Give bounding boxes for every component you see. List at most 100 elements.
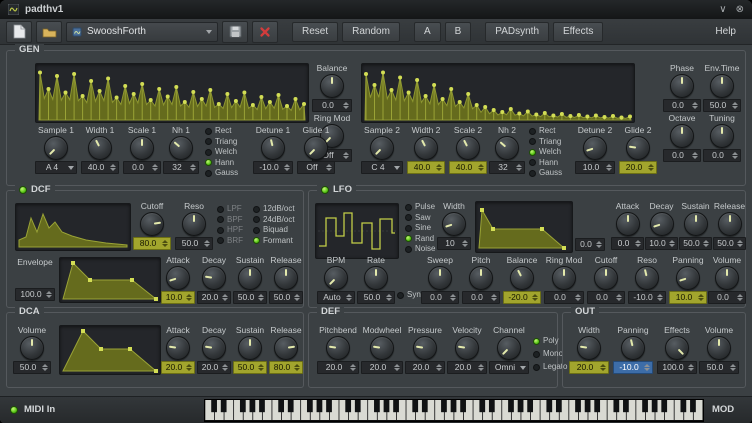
gen-detune1-knob[interactable]: [261, 136, 285, 160]
dcf-type-lpf[interactable]: LPF: [217, 205, 243, 213]
lfo-reso-knob[interactable]: [635, 266, 659, 290]
dca-release-knob[interactable]: [274, 336, 298, 360]
gen2-shape-rect[interactable]: Rect: [529, 127, 562, 135]
dcf-envelope-spin[interactable]: 100.0: [15, 288, 55, 301]
dcf-attack-spin[interactable]: 10.0: [161, 291, 195, 304]
dcf-cutoff-spin[interactable]: 80.0: [133, 237, 171, 250]
out-width-spin[interactable]: 20.0: [569, 361, 609, 374]
open-preset-button[interactable]: [36, 21, 62, 43]
lfo-decay-knob[interactable]: [650, 212, 674, 236]
def-velocity-spin[interactable]: 20.0: [447, 361, 487, 374]
lfo-shape-noise[interactable]: Noise: [405, 245, 435, 253]
gen-glide1-knob[interactable]: [304, 136, 328, 160]
gen2-shape-hann[interactable]: Hann: [529, 159, 562, 167]
gen-octave-spin[interactable]: 0.0: [663, 149, 701, 162]
dcf-decay-knob[interactable]: [202, 266, 226, 290]
tab-b-button[interactable]: B: [445, 22, 472, 42]
gen1-shape-rect[interactable]: Rect: [205, 127, 238, 135]
gen-sample1-knob[interactable]: [44, 136, 68, 160]
gen-detune2-knob[interactable]: [583, 136, 607, 160]
gen-glide2-knob[interactable]: [626, 136, 650, 160]
gen-nh1-spin[interactable]: 32: [163, 161, 199, 174]
shade-button[interactable]: ∨: [719, 4, 726, 16]
dca-envelope-display[interactable]: [59, 325, 161, 375]
lfo-shape-rand[interactable]: Rand: [405, 235, 435, 243]
gen-detune2-spin[interactable]: 10.0: [575, 161, 615, 174]
def-channel-knob[interactable]: [497, 336, 521, 360]
help-button[interactable]: Help: [705, 22, 746, 42]
lfo-attack-knob[interactable]: [616, 212, 640, 236]
dca-attack-spin[interactable]: 20.0: [161, 361, 195, 374]
lfo-sustain-knob[interactable]: [684, 212, 708, 236]
gen-tuning-spin[interactable]: 0.0: [703, 149, 741, 162]
gen-width1-knob[interactable]: [88, 136, 112, 160]
lfo-shape-saw[interactable]: Saw: [405, 214, 435, 222]
lfo-cutoff-knob[interactable]: [594, 266, 618, 290]
lfo-bpm-spin[interactable]: Auto: [317, 291, 355, 304]
delete-preset-button[interactable]: [252, 21, 278, 43]
dca-volume-knob[interactable]: [20, 336, 44, 360]
gen-tuning-knob[interactable]: [710, 124, 734, 148]
gen1-shape-triang[interactable]: Triang: [205, 138, 238, 146]
def-modwheel-spin[interactable]: 20.0: [361, 361, 403, 374]
gen-envtime-spin[interactable]: 50.0: [703, 99, 741, 112]
lfo-release-spin[interactable]: 50.0: [713, 237, 746, 250]
lfo-rate-knob[interactable]: [364, 266, 388, 290]
lfo-cutoff-spin[interactable]: 0.0: [587, 291, 625, 304]
gen-detune1-spin[interactable]: -10.0: [253, 161, 293, 174]
dcf-type-brf[interactable]: BRF: [217, 237, 243, 245]
save-preset-button[interactable]: [222, 21, 248, 43]
dcf-reso-spin[interactable]: 50.0: [175, 237, 213, 250]
lfo-shape-sine[interactable]: Sine: [405, 224, 435, 232]
gen1-shape-hann[interactable]: Hann: [205, 159, 238, 167]
lfo-balance-spin[interactable]: -20.0: [503, 291, 541, 304]
dcf-type-bpf[interactable]: BPF: [217, 216, 243, 224]
lfo-attack-spin[interactable]: 0.0: [611, 237, 644, 250]
dca-release-spin[interactable]: 80.0: [269, 361, 303, 374]
gen-scale2-spin[interactable]: 40.0: [449, 161, 487, 174]
gen-octave-knob[interactable]: [670, 124, 694, 148]
def-channel-combo[interactable]: Omni: [489, 361, 529, 374]
gen-width1-spin[interactable]: 40.0: [81, 161, 119, 174]
lfo-width-spin[interactable]: 10: [437, 237, 471, 250]
dcf-filter-display[interactable]: [15, 203, 131, 251]
dcf-attack-knob[interactable]: [166, 266, 190, 290]
gen-scale1-spin[interactable]: 0.0: [123, 161, 161, 174]
out-volume-knob[interactable]: [707, 336, 731, 360]
gen-sample1-combo[interactable]: A 4: [35, 161, 77, 174]
gen2-shape-welch[interactable]: Welch: [529, 148, 562, 156]
gen-balance-knob[interactable]: [320, 74, 344, 98]
gen-spectrum2-display[interactable]: [361, 63, 635, 123]
gen-nh2-spin[interactable]: 32: [489, 161, 525, 174]
lfo-panning-spin[interactable]: 10.0: [669, 291, 707, 304]
gen-spectrum1-display[interactable]: [35, 63, 309, 123]
gen-nh1-knob[interactable]: [169, 136, 193, 160]
gen1-shape-welch[interactable]: Welch: [205, 148, 238, 156]
keyboard[interactable]: [204, 399, 704, 422]
dca-decay-spin[interactable]: 20.0: [197, 361, 231, 374]
gen-width2-knob[interactable]: [414, 136, 438, 160]
gen-sample2-combo[interactable]: C 4: [361, 161, 403, 174]
gen-glide2-spin[interactable]: 20.0: [619, 161, 657, 174]
gen-scale1-knob[interactable]: [130, 136, 154, 160]
dcf-enabled-led[interactable]: [19, 186, 27, 194]
dcf-sustain-spin[interactable]: 50.0: [233, 291, 267, 304]
lfo-volume-spin[interactable]: 0.0: [708, 291, 746, 304]
new-preset-button[interactable]: [6, 21, 32, 43]
gen-phase-spin[interactable]: 0.0: [663, 99, 701, 112]
gen-width2-spin[interactable]: 40.0: [407, 161, 445, 174]
lfo-ringmod-spin[interactable]: 0.0: [544, 291, 584, 304]
lfo-volume-knob[interactable]: [715, 266, 739, 290]
out-effects-knob[interactable]: [665, 336, 689, 360]
lfo-balance-knob[interactable]: [510, 266, 534, 290]
dcf-type-hpf[interactable]: HPF: [217, 226, 243, 234]
padsynth-button[interactable]: PADsynth: [485, 22, 549, 42]
lfo-rate-spin[interactable]: 50.0: [357, 291, 395, 304]
close-button[interactable]: ⊗: [736, 4, 744, 16]
dca-volume-spin[interactable]: 50.0: [13, 361, 51, 374]
lfo-decay-spin[interactable]: 10.0: [645, 237, 678, 250]
dcf-reso-knob[interactable]: [182, 212, 206, 236]
lfo-env-spin[interactable]: 0.0: [575, 238, 605, 251]
out-panning-knob[interactable]: [621, 336, 645, 360]
gen-scale2-knob[interactable]: [456, 136, 480, 160]
